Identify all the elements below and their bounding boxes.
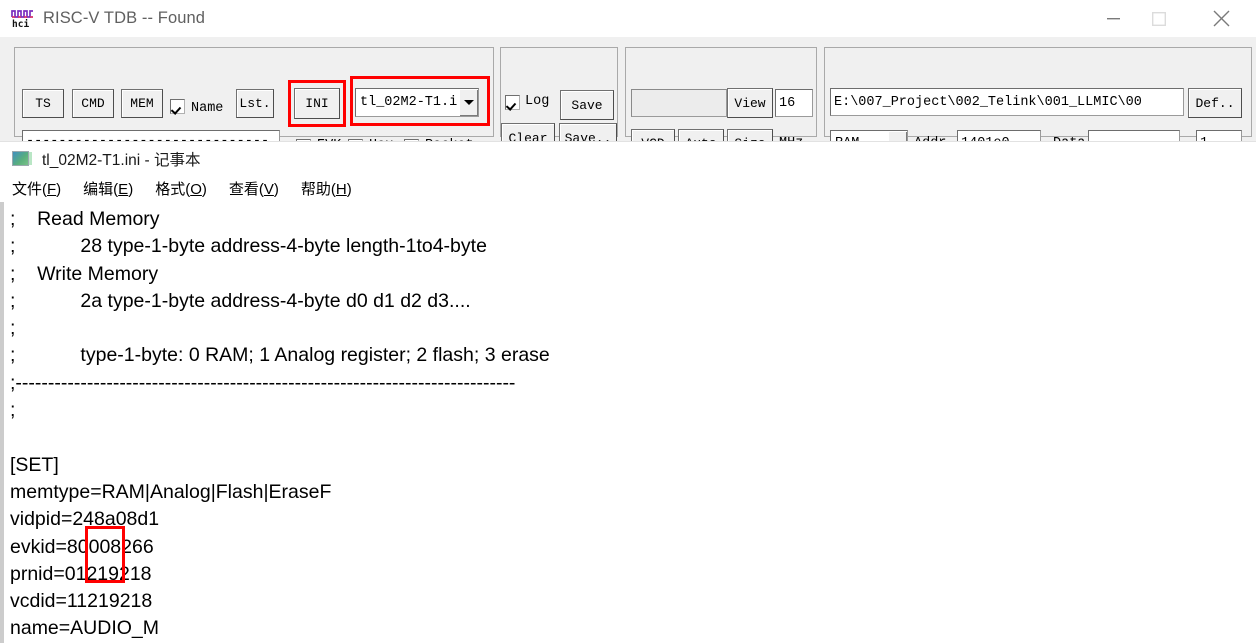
notepad-line: evkid=80008266 — [10, 534, 1256, 561]
notepad-title-label: tl_02M2-T1.ini - 记事本 — [42, 148, 200, 170]
log-checkbox[interactable] — [505, 95, 520, 110]
notepad-line: prnid=01219218 — [10, 561, 1256, 588]
view-button[interactable]: View — [727, 88, 773, 118]
tdb-toolbar: TS CMD MEM Name Lst. INI tl_02M2-T1.i EV… — [0, 37, 1256, 141]
chevron-down-icon[interactable] — [458, 89, 478, 116]
maximize-icon[interactable] — [1136, 0, 1182, 37]
notepad-title-bar: tl_02M2-T1.ini - 记事本 — [0, 142, 1256, 175]
notepad-line: ; Read Memory — [10, 206, 1256, 233]
notepad-icon — [12, 151, 29, 166]
notepad-line: memtype=RAM|Analog|Flash|EraseF — [10, 479, 1256, 506]
notepad-menu-bar: 文件(F) 编辑(E) 格式(O) 查看(V) 帮助(H) — [0, 175, 1256, 202]
def-button[interactable]: Def.. — [1188, 88, 1242, 118]
lst-button[interactable]: Lst. — [236, 89, 274, 118]
menu-view[interactable]: 查看(V) — [227, 177, 281, 200]
log-checkbox-label: Log — [525, 94, 549, 109]
ini-file-combo[interactable]: tl_02M2-T1.i — [355, 88, 479, 117]
mem-button[interactable]: MEM — [121, 89, 163, 118]
notepad-line: ; type-1-byte: 0 RAM; 1 Analog register;… — [10, 342, 1256, 369]
notepad-line: ; — [10, 315, 1256, 342]
hci-waveform-icon: hci — [10, 7, 36, 31]
view-display-field[interactable] — [631, 89, 727, 117]
tdb-title-bar: hci RISC-V TDB -- Found — [0, 0, 1256, 37]
menu-edit[interactable]: 编辑(E) — [81, 177, 135, 200]
name-checkbox-label: Name — [191, 101, 223, 116]
ini-combo-value: tl_02M2-T1.i — [356, 95, 458, 110]
notepad-line: ; 28 type-1-byte address-4-byte length-1… — [10, 233, 1256, 260]
project-path-field[interactable]: E:\007_Project\002_Telink\001_LLMIC\00 — [830, 88, 1184, 116]
notepad-line: vcdid=11219218 — [10, 588, 1256, 615]
svg-text:hci: hci — [12, 19, 29, 30]
save-button[interactable]: Save — [560, 90, 614, 120]
menu-help[interactable]: 帮助(H) — [299, 177, 354, 200]
menu-format[interactable]: 格式(O) — [153, 177, 209, 200]
view-value-field[interactable]: 16 — [775, 89, 813, 117]
notepad-line: ; Write Memory — [10, 261, 1256, 288]
notepad-line: ;---------------------------------------… — [10, 370, 1256, 397]
minimize-icon[interactable] — [1090, 0, 1136, 37]
notepad-line: vidpid=248a08d1 — [10, 506, 1256, 533]
notepad-line — [10, 424, 1256, 451]
ini-button[interactable]: INI — [294, 88, 340, 119]
notepad-line: ; 2a type-1-byte address-4-byte d0 d1 d2… — [10, 288, 1256, 315]
notepad-line: ; — [10, 397, 1256, 424]
notepad-window: tl_02M2-T1.ini - 记事本 文件(F) 编辑(E) 格式(O) 查… — [0, 141, 1256, 642]
notepad-line: name=AUDIO_M — [10, 615, 1256, 642]
ts-button[interactable]: TS — [22, 89, 64, 118]
notepad-text-area[interactable]: ; Read Memory; 28 type-1-byte address-4-… — [0, 202, 1256, 643]
menu-file[interactable]: 文件(F) — [10, 177, 63, 200]
tdb-title-label: RISC-V TDB -- Found — [43, 9, 205, 28]
name-checkbox[interactable] — [170, 99, 185, 114]
cmd-button[interactable]: CMD — [72, 89, 114, 118]
notepad-line: [SET] — [10, 452, 1256, 479]
close-icon[interactable] — [1198, 0, 1244, 37]
